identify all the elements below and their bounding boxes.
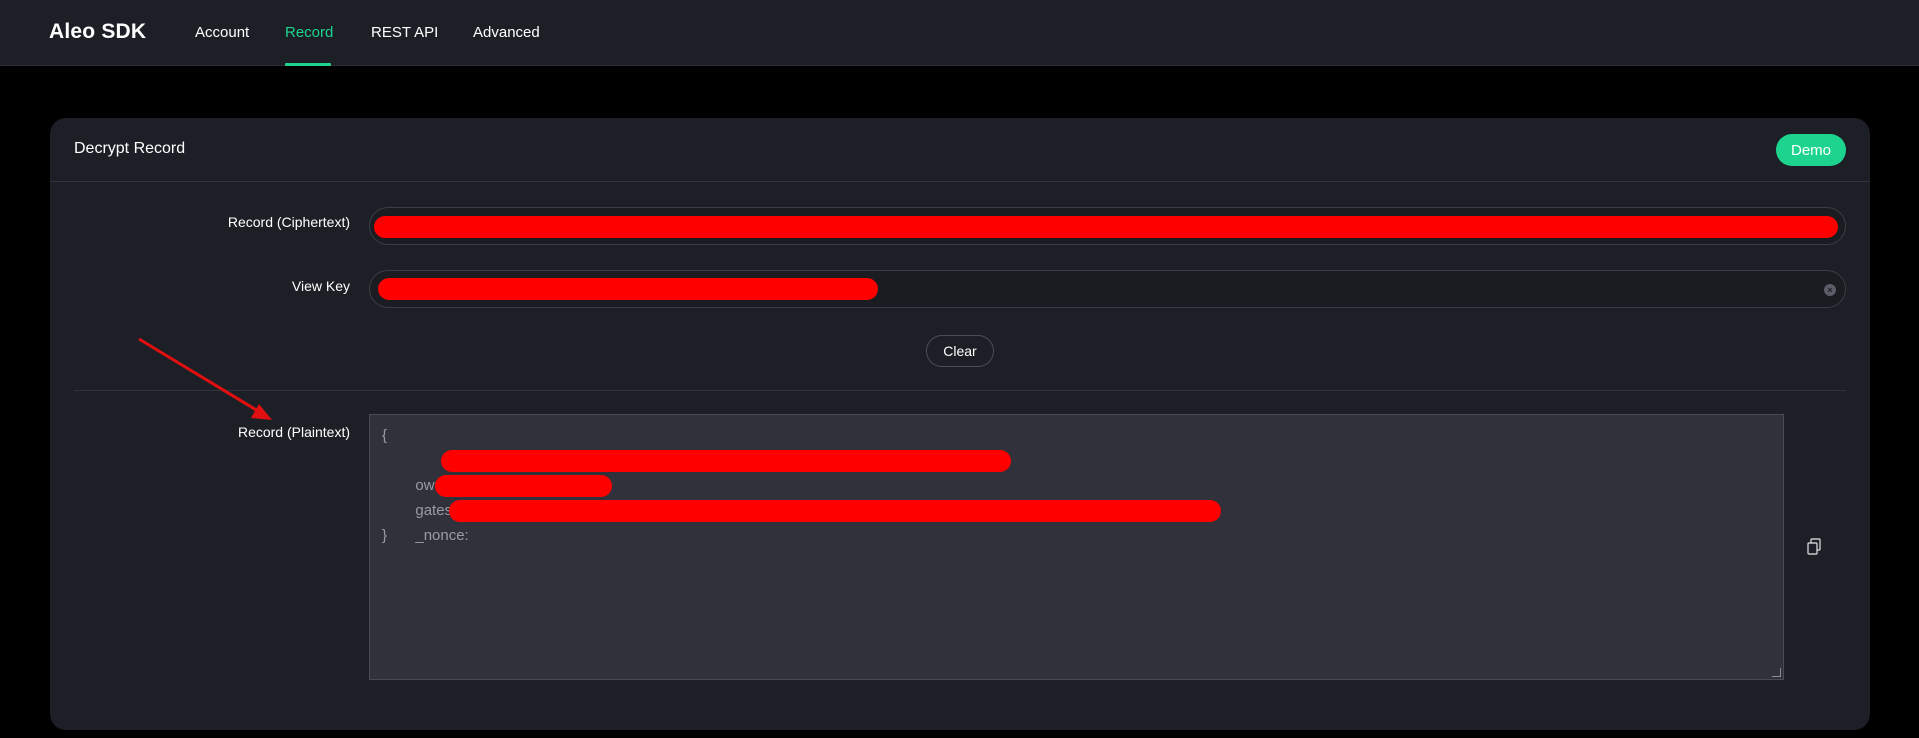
redacted-nonce: [449, 500, 1221, 522]
nav-tab-record[interactable]: Record: [285, 24, 333, 41]
code-nonce-line: _nonce:: [382, 498, 1771, 544]
nav-tab-rest-api[interactable]: REST API: [371, 24, 438, 41]
card-title: Decrypt Record: [74, 140, 186, 157]
ciphertext-input[interactable]: [369, 207, 1846, 245]
nav-tab-account[interactable]: Account: [195, 24, 249, 41]
redacted-owner: [441, 450, 1011, 472]
redacted-viewkey: [378, 278, 878, 300]
code-close-brace: }: [382, 527, 388, 544]
active-tab-indicator: [285, 63, 331, 66]
copy-icon[interactable]: [1806, 538, 1822, 556]
top-navbar: Aleo SDK Account Record REST API Advance…: [0, 0, 1919, 66]
card-header: Decrypt Record Demo: [50, 118, 1870, 182]
viewkey-input[interactable]: ×: [369, 270, 1846, 308]
decrypt-record-card: Decrypt Record Demo Record (Ciphertext) …: [50, 118, 1870, 730]
code-open-brace: {: [382, 427, 388, 444]
viewkey-label: View Key: [291, 278, 350, 294]
demo-button[interactable]: Demo: [1776, 134, 1846, 166]
plaintext-output[interactable]: { owner: gates: _nonce: }: [369, 414, 1784, 680]
circle-x-icon[interactable]: ×: [1824, 284, 1836, 296]
ciphertext-label: Record (Ciphertext): [227, 214, 350, 230]
brand-logo[interactable]: Aleo SDK: [49, 20, 146, 44]
redacted-gates: [435, 475, 612, 497]
code-gates-line: gates:: [382, 473, 1771, 519]
section-divider: [74, 390, 1846, 391]
plaintext-label: Record (Plaintext): [237, 424, 350, 440]
clear-button[interactable]: Clear: [926, 335, 994, 367]
nav-tab-advanced[interactable]: Advanced: [473, 24, 540, 41]
code-owner-line: owner:: [382, 448, 1771, 494]
resize-handle[interactable]: [1772, 668, 1781, 677]
redacted-ciphertext: [374, 216, 1838, 238]
